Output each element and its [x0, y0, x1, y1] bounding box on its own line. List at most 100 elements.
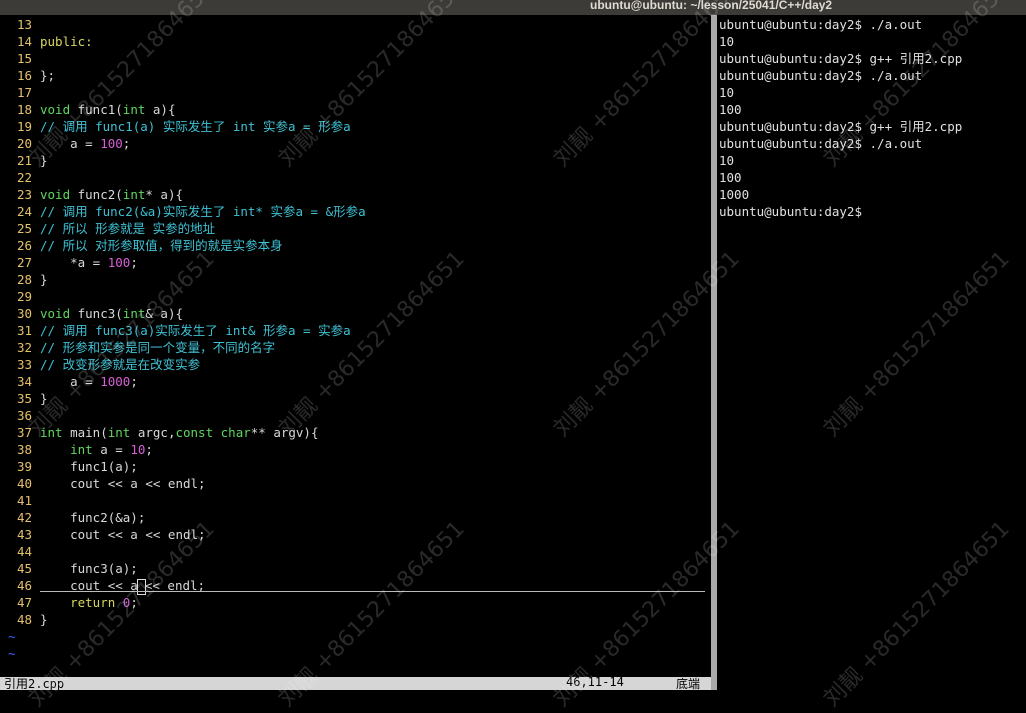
code-text: void func1(int a){: [40, 101, 175, 118]
code-token: // 所以 对形参取值，得到的就是实参本身: [40, 238, 283, 253]
line-number: 33: [16, 357, 32, 372]
code-token: * a){: [145, 187, 184, 202]
window-titlebar: ubuntu@ubuntu: ~/lesson/25041/C++/day2: [0, 0, 1026, 15]
code-text: func3(a);: [40, 560, 138, 577]
code-token: 10: [130, 442, 146, 457]
code-token: };: [40, 68, 56, 83]
code-token: public:: [40, 34, 93, 49]
code-token: func3(a);: [40, 561, 138, 576]
line-number: 35: [16, 391, 32, 406]
code-text: *a = 100;: [40, 254, 138, 271]
line-number: 38: [16, 442, 32, 457]
code-text: return 0;: [40, 594, 138, 611]
code-token: 100: [100, 136, 123, 151]
code-token: a =: [40, 136, 101, 151]
code-text: void func3(int& a){: [40, 305, 183, 322]
line-number: 14: [16, 34, 32, 49]
code-text: a = 1000;: [40, 373, 138, 390]
code-token: ;: [145, 442, 153, 457]
code-text: }: [40, 611, 48, 628]
line-number: 20: [16, 136, 32, 151]
code-token: int: [70, 442, 93, 457]
line-number: 19: [16, 119, 32, 134]
terminal-line: 100: [719, 170, 742, 185]
code-token: func3(: [70, 306, 123, 321]
code-text: // 调用 func3(a)实际发生了 int& 形参a = 实参a: [40, 322, 351, 339]
code-text: func1(a);: [40, 458, 138, 475]
code-text: }: [40, 390, 48, 407]
line-number: 18: [16, 102, 32, 117]
code-token: ;: [130, 595, 138, 610]
code-token: cout << a << endl;: [40, 476, 206, 491]
code-token: int: [107, 425, 131, 440]
terminal-line: 10: [719, 85, 735, 100]
terminal-line: 100: [719, 102, 742, 117]
code-token: // 调用 func1(a) 实际发生了 int 实参a = 形参a: [40, 119, 351, 134]
code-token: ;: [122, 136, 131, 151]
code-token: int: [122, 102, 146, 117]
terminal-line: ubuntu@ubuntu:day2$ ./a.out: [719, 136, 923, 151]
code-text: cout << a << endl;: [40, 475, 206, 492]
code-token: // 调用 func3(a)实际发生了 int& 形参a = 实参a: [40, 323, 351, 338]
code-token: int: [122, 187, 146, 202]
line-number: 23: [16, 187, 32, 202]
terminal-line: 1000: [719, 187, 750, 202]
code-token: ;: [130, 374, 138, 389]
code-token: // 所以 形参就是 实参的地址: [40, 221, 216, 236]
code-token: cout << a << endl;: [40, 527, 206, 542]
line-number: 25: [16, 221, 32, 236]
code-text: }: [40, 152, 48, 169]
terminal-pane[interactable]: ubuntu@ubuntu:day2$ ./a.out 10 ubuntu@ubun…: [717, 15, 1026, 690]
line-number: 32: [16, 340, 32, 355]
code-token: func1(: [70, 102, 123, 117]
status-filename: 引用2.cpp: [4, 677, 65, 690]
code-text: void func2(int* a){: [40, 186, 183, 203]
code-token: char: [220, 425, 251, 440]
code-text: // 形参和实参是同一个变量，不同的名字: [40, 339, 275, 356]
line-number: 31: [16, 323, 32, 338]
line-number: 46: [16, 578, 32, 593]
code-text: public:: [40, 33, 93, 50]
line-number: 40: [16, 476, 32, 491]
code-token: func2(: [70, 187, 123, 202]
code-token: }: [40, 612, 48, 627]
code-token: argc,: [130, 425, 176, 440]
vim-editor-pane[interactable]: 13 14 public: 15 16}; 17 18 void func1(int a){1…: [0, 15, 711, 690]
code-token: }: [40, 391, 48, 406]
code-token: void: [40, 102, 71, 117]
terminal-line: ubuntu@ubuntu:day2$: [719, 204, 870, 219]
code-text: };: [40, 67, 55, 84]
line-number: 36: [16, 408, 32, 423]
code-token: }: [40, 153, 48, 168]
empty-line-marker: ~: [8, 629, 16, 644]
code-token: void: [40, 187, 71, 202]
window-title: ubuntu@ubuntu: ~/lesson/25041/C++/day2: [590, 0, 833, 12]
vim-status-bar: 引用2.cpp 46,11-14 底端: [0, 677, 711, 690]
line-number: 28: [16, 272, 32, 287]
code-token: func1(a);: [40, 459, 138, 474]
code-token: const: [175, 425, 214, 440]
line-number: 29: [16, 289, 32, 304]
code-token: ** argv){: [250, 425, 319, 440]
cursor-line-highlight: [40, 591, 705, 592]
code-text: int main(int argc,const char** argv){: [40, 424, 318, 441]
code-token: int: [40, 425, 63, 440]
line-number: 26: [16, 238, 32, 253]
line-number: 27: [16, 255, 32, 270]
code-text: // 所以 对形参取值，得到的就是实参本身: [40, 237, 283, 254]
terminal-line: ubuntu@ubuntu:day2$ g++ 引用2.cpp: [719, 119, 963, 134]
code-token: void: [40, 306, 71, 321]
line-number: 21: [16, 153, 32, 168]
code-token: ;: [130, 255, 138, 270]
code-token: func2(&a);: [40, 510, 146, 525]
line-number: 16: [16, 68, 32, 83]
code-token: return: [70, 595, 116, 610]
code-token: }: [40, 272, 48, 287]
code-token: // 调用 func2(&a)实际发生了 int* 实参a = &形参a: [40, 204, 366, 219]
code-text: // 改变形参就是在改变实参: [40, 356, 200, 373]
code-token: int: [122, 306, 146, 321]
line-number: 41: [16, 493, 32, 508]
code-text: // 调用 func2(&a)实际发生了 int* 实参a = &形参a: [40, 203, 366, 220]
